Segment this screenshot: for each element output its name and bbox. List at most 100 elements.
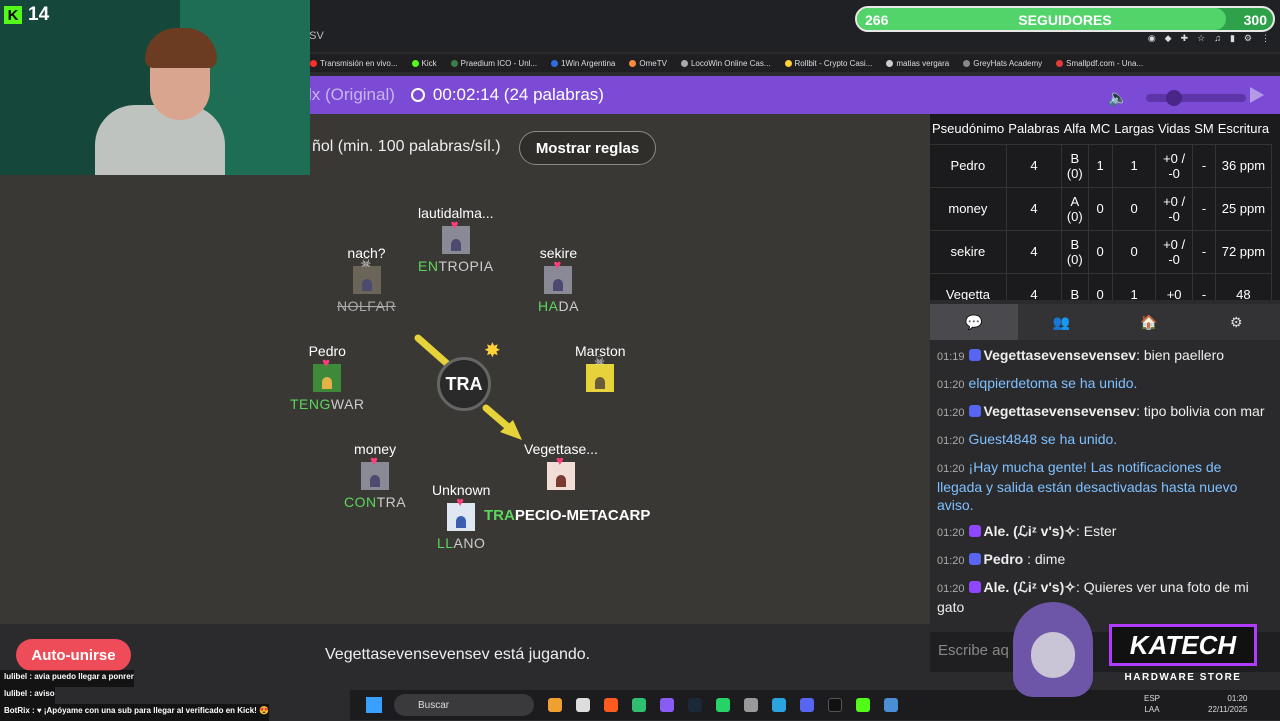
player-avatar: ♥ [313,364,341,392]
bookmark-item[interactable]: matias vergara [886,59,949,68]
bookmark-item[interactable]: Kick [412,59,437,68]
viewer-count: 14 [28,4,49,26]
bookmarks-bar: Transmisión en vivo... Kick Praedium ICO -… [300,54,1280,72]
auto-join-button[interactable]: Auto-unirse [16,639,131,671]
app-icon[interactable] [744,698,758,712]
bookmark-favicon-icon [1056,60,1063,67]
scoreboard-column-header[interactable]: Alfa [1062,114,1088,144]
status-text: Vegettasevensevensev está jugando. [325,646,590,664]
scoreboard-column-header[interactable]: Escritura [1216,114,1271,144]
tiktok-icon[interactable] [828,698,842,712]
bookmark-favicon-icon [629,60,636,67]
scoreboard-cell: B (0) [1062,144,1088,187]
player-seat: Marston ☠ [575,343,626,396]
bookmark-item[interactable]: Smallpdf.com - Una... [1056,59,1143,68]
scoreboard-column-header[interactable]: Palabras [1006,114,1061,144]
scoreboard-cell: 4 [1006,144,1061,187]
scoreboard-column-header[interactable]: SM [1192,114,1216,144]
chat-text: : dime [1023,551,1065,567]
bookmark-item[interactable]: Transmisión en vivo... [310,59,398,68]
sidebar-icon[interactable]: ▮ [1230,33,1235,44]
bookmark-icon[interactable]: ☆ [1197,33,1205,44]
menu-icon[interactable]: ⋮ [1261,33,1270,44]
extension-icon[interactable]: ◆ [1165,33,1172,44]
extension-icon[interactable]: ✚ [1181,33,1189,44]
app-icon[interactable] [660,698,674,712]
chat-timestamp: 01:20 [937,583,965,595]
current-typing: TRAPECIO-METACARP [484,507,650,524]
whatsapp-icon[interactable] [716,698,730,712]
chat-username[interactable]: Vegettasevensevensev [984,403,1137,419]
scoreboard: PseudónimoPalabrasAlfaMCLargasVidasSMEsc… [930,114,1280,300]
scoreboard-cell: 72 ppm [1216,230,1271,273]
system-message-text: elqpierdetoma se ha unido. [969,375,1138,391]
stream-chat-overlay: lulibel : avia puedo llegar a ponrer lul… [0,670,350,720]
address-bar[interactable]: ...SV [300,30,790,50]
tab-players[interactable]: 👥 [1018,304,1106,340]
chat-message: 01:20elqpierdetoma se ha unido. [937,374,1266,394]
bookmark-item[interactable]: OmeTV [629,59,667,68]
app-icon[interactable] [576,698,590,712]
tab-room[interactable]: 🏠 [1105,304,1193,340]
app-icon[interactable] [632,698,646,712]
bookmark-item[interactable]: GreyHats Academy [963,59,1042,68]
app-icon[interactable] [548,698,562,712]
chat-username[interactable]: Vegettasevensevensev [984,347,1137,363]
music-icon[interactable]: ♫ [1214,33,1221,44]
taskbar-search[interactable]: Buscar [394,694,534,716]
player-word: NOLFAR [337,298,396,314]
volume-knob[interactable] [1166,90,1182,106]
chat-username[interactable]: Ale. (ℒiᶻ v's)✧ [984,523,1076,539]
people-icon: 👥 [1053,314,1070,331]
windows-start-icon[interactable] [366,697,382,713]
play-icon[interactable] [1250,87,1264,103]
app-icon[interactable] [884,698,898,712]
settings-icon[interactable]: ⚙ [1244,33,1252,44]
scoreboard-column-header[interactable]: Pseudónimo [930,114,1006,144]
bookmark-favicon-icon [886,60,893,67]
player-seat: sekire ♥ HADA [538,245,579,314]
brave-icon[interactable] [604,698,618,712]
bookmark-item[interactable]: Praedium ICO - Unl... [451,59,537,68]
chat-message: 01:19Vegettasevensevensev: bien paellero [937,346,1266,366]
bookmark-item[interactable]: Rollbit - Crypto Casi... [785,59,873,68]
kick-icon[interactable] [856,698,870,712]
tab-settings[interactable]: ⚙ [1193,304,1280,340]
bookmark-label: GreyHats Academy [973,59,1042,68]
bookmark-item[interactable]: LocoWin Online Cas... [681,59,771,68]
scoreboard-cell: 1 [1112,273,1156,300]
volume-control[interactable]: 🔈 [1108,88,1246,108]
chat-message: 01:20Pedro : dime [937,550,1266,570]
sponsor-name: KATECH [1109,624,1257,666]
scoreboard-column-header[interactable]: Vidas [1156,114,1192,144]
stream-chat-line: lulibel : avia puedo llegar a ponrer [0,670,134,687]
heart-icon: ♥ [322,356,330,369]
stream-chat-line: BotRix : ♥ ¡Apóyame con una sub para lle… [0,704,269,721]
scoreboard-cell: 36 ppm [1216,144,1271,187]
followers-label: SEGUIDORES [857,12,1273,28]
telegram-icon[interactable] [772,698,786,712]
player-avatar: ♥ [442,226,470,254]
extension-icon[interactable]: ◉ [1148,33,1156,44]
chat-username[interactable]: Ale. (ℒiᶻ v's)✧ [984,579,1076,595]
bookmark-label: Transmisión en vivo... [320,59,398,68]
sponsor-logo: KATECH HARDWARE STORE [1013,602,1275,702]
scoreboard-column-header[interactable]: Largas [1112,114,1156,144]
steam-icon[interactable] [688,698,702,712]
volume-slider[interactable] [1146,94,1246,102]
discord-icon[interactable] [800,698,814,712]
tab-chat[interactable]: 💬 [930,304,1018,340]
scoreboard-row: sekire4B (0)00+0 / -0-72 ppm [930,230,1271,273]
speaker-icon[interactable]: 🔈 [1108,88,1128,108]
chat-username[interactable]: Pedro [984,551,1024,567]
bookmark-item[interactable]: 1Win Argentina [551,59,615,68]
scoreboard-cell: 0 [1088,230,1112,273]
player-word: CONTRA [344,494,406,510]
chat-bubble-icon: 💬 [965,314,982,331]
show-rules-button[interactable]: Mostrar reglas [519,131,656,165]
player-avatar: ♥ [547,462,575,490]
heart-icon: ♥ [451,218,459,231]
scoreboard-column-header[interactable]: MC [1088,114,1112,144]
player-avatar: ♥ [447,503,475,531]
bookmark-favicon-icon [785,60,792,67]
